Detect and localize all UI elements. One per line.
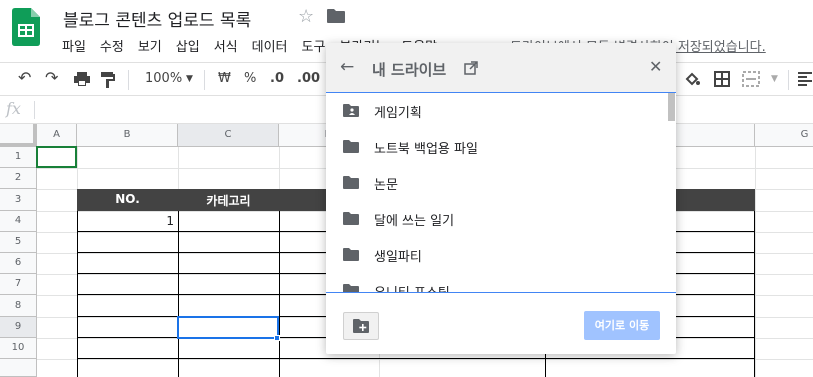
merge-cells-icon[interactable] [742,71,760,87]
folder-item[interactable]: 논문 [326,165,666,201]
header-category[interactable]: 카테고리 [178,192,279,209]
gridline [37,359,813,360]
folder-icon [343,284,359,292]
currency-format-button[interactable]: ₩ [218,71,231,86]
paint-format-icon[interactable] [101,72,115,88]
row-header-7[interactable]: 7 [0,274,37,295]
folder-icon [343,212,359,225]
back-arrow-icon[interactable]: ← [340,57,354,77]
row-header-1[interactable]: 1 [0,147,37,168]
row-header-3[interactable]: 3 [0,189,37,211]
column-header-c[interactable]: C [178,124,279,147]
undo-icon[interactable]: ↶ [18,68,31,87]
fx-label: fx [6,99,21,118]
move-to-folder-dialog: ← 내 드라이브 ✕ 게임기획 노트북 백업용 파일 논문 달에 쓰는 일기 생… [326,43,676,354]
row-header-10[interactable]: 10 [0,338,37,359]
row-header-6[interactable]: 6 [0,253,37,274]
zoom-dropdown-icon[interactable]: ▼ [186,74,193,84]
shared-folder-icon [343,104,359,117]
folder-item[interactable]: 생일파티 [326,237,666,273]
percent-format-button[interactable]: % [244,71,256,86]
folder-move-icon[interactable] [327,9,345,23]
new-folder-button[interactable] [343,312,379,340]
row-header-11[interactable] [0,359,37,377]
menu-edit[interactable]: 수정 [93,36,131,56]
folder-name: 생일파티 [374,250,422,265]
align-left-icon[interactable] [798,72,812,86]
dialog-header: ← 내 드라이브 ✕ [326,43,676,93]
row-header-8[interactable]: 8 [0,295,37,317]
folder-icon [343,176,359,189]
select-all-corner[interactable] [0,124,37,147]
borders-icon[interactable] [714,71,730,87]
folder-item[interactable]: 노트북 백업용 파일 [326,129,666,165]
menu-file[interactable]: 파일 [55,36,93,56]
header-no[interactable]: NO. [77,192,178,206]
sheets-logo[interactable] [12,8,40,46]
toolbar-divider [204,70,205,90]
menu-data[interactable]: 데이터 [245,36,295,56]
folder-item[interactable]: 게임기획 [326,93,666,129]
close-icon[interactable]: ✕ [649,57,662,76]
folder-icon [343,248,359,261]
folder-name: 노트북 백업용 파일 [374,142,478,157]
toolbar-divider [788,70,789,90]
folder-icon [343,140,359,153]
folder-name: 게임기획 [374,106,422,121]
row-header-9[interactable]: 9 [0,317,37,338]
menu-view[interactable]: 보기 [131,36,169,56]
new-folder-icon [353,319,369,333]
folder-item[interactable]: 유니티 포스팅 [326,273,666,292]
menu-insert[interactable]: 삽입 [169,36,207,56]
print-icon[interactable] [74,72,90,86]
decrease-decimal-button[interactable]: .0 [270,71,284,86]
row-header-5[interactable]: 5 [0,232,37,253]
scrollbar-thumb[interactable] [668,93,675,121]
fill-handle[interactable] [274,335,280,341]
gridline [755,147,756,377]
table-border [77,358,755,359]
dialog-title: 내 드라이브 [372,61,447,79]
row-header-2[interactable]: 2 [0,168,37,189]
column-header-g[interactable]: G [755,124,813,147]
menu-format[interactable]: 서식 [207,36,245,56]
fill-color-icon[interactable] [684,71,700,87]
increase-decimal-button[interactable]: .00 [297,71,320,86]
toolbar-divider [128,70,129,90]
formula-divider [34,101,35,119]
folder-name: 논문 [374,178,398,193]
spreadsheet-app: 블로그 콘텐츠 업로드 목록 ☆ 파일 수정 보기 삽입 서식 데이터 도구 부… [0,0,813,377]
column-header-a[interactable]: A [37,124,77,147]
cell-a1-selection[interactable] [36,146,77,168]
zoom-select[interactable]: 100% [145,71,182,86]
cell-b4[interactable]: 1 [77,214,174,228]
folder-name: 유니티 포스팅 [374,282,450,292]
open-external-icon[interactable] [464,61,478,75]
folder-list[interactable]: 게임기획 노트북 백업용 파일 논문 달에 쓰는 일기 생일파티 유니티 포스팅 [326,93,676,293]
merge-dropdown-icon[interactable]: ▼ [771,74,778,84]
row-header-4[interactable]: 4 [0,211,37,232]
column-header-b[interactable]: B [77,124,178,147]
move-here-button[interactable]: 여기로 이동 [584,311,660,340]
document-title[interactable]: 블로그 콘텐츠 업로드 목록 [63,6,251,31]
redo-icon[interactable]: ↷ [45,68,58,87]
star-icon[interactable]: ☆ [298,6,314,27]
folder-item[interactable]: 달에 쓰는 일기 [326,201,666,237]
folder-name: 달에 쓰는 일기 [374,214,455,229]
cell-c9-selection[interactable] [177,316,279,339]
